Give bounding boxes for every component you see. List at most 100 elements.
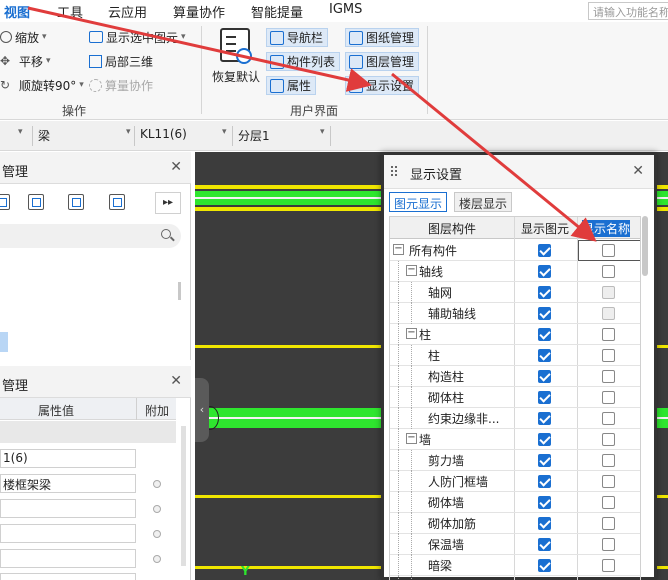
- layer-mgmt-button[interactable]: 图层管理: [345, 52, 419, 71]
- tab-element-display[interactable]: 图元显示: [389, 192, 448, 212]
- copy-icon[interactable]: [28, 194, 44, 210]
- table-row[interactable]: − 所有构件: [390, 240, 640, 261]
- display-settings-button[interactable]: 显示设置: [345, 76, 419, 95]
- show-name-checkbox[interactable]: [602, 475, 615, 488]
- show-element-checkbox[interactable]: [538, 328, 551, 341]
- collab-button[interactable]: 算量协作: [89, 75, 153, 95]
- table-row[interactable]: 砌体柱: [390, 387, 640, 408]
- tab-floor-display[interactable]: 楼层显示: [454, 192, 513, 212]
- show-name-checkbox[interactable]: [602, 496, 615, 509]
- property-value-cell[interactable]: [0, 524, 136, 543]
- function-search-input[interactable]: 请输入功能名称: [588, 2, 668, 20]
- pan-button[interactable]: ✥ 平移 ▾: [0, 51, 51, 71]
- show-name-checkbox[interactable]: [602, 370, 615, 383]
- table-row[interactable]: 构造柱: [390, 366, 640, 387]
- properties-button[interactable]: 属性: [266, 76, 316, 95]
- property-value-cell[interactable]: 1(6): [0, 449, 136, 468]
- table-row[interactable]: 辅助轴线: [390, 303, 640, 324]
- component-list-button[interactable]: 构件列表: [266, 52, 340, 71]
- drawing-mgmt-button[interactable]: 图纸管理: [345, 28, 419, 47]
- table-row[interactable]: 暗梁: [390, 555, 640, 576]
- attach-radio[interactable]: [153, 555, 161, 563]
- show-name-checkbox[interactable]: [602, 265, 615, 278]
- rotate-button[interactable]: ↻ 顺旋转90° ▾: [0, 75, 84, 95]
- table-row[interactable]: 约束边缘非...: [390, 408, 640, 429]
- scrollbar[interactable]: [178, 282, 181, 300]
- show-name-checkbox[interactable]: [602, 391, 615, 404]
- collapse-panel-button[interactable]: ‹: [195, 378, 209, 442]
- show-element-checkbox[interactable]: [538, 265, 551, 278]
- property-value-cell[interactable]: [0, 549, 136, 568]
- more-button[interactable]: ▸▸: [155, 192, 181, 214]
- show-element-checkbox[interactable]: [538, 433, 551, 446]
- menu-quantity-collab[interactable]: 算量协作: [173, 2, 225, 21]
- new-component-icon[interactable]: [0, 194, 10, 210]
- show-name-checkbox[interactable]: [602, 328, 615, 341]
- import-icon[interactable]: [68, 194, 84, 210]
- menu-view[interactable]: 视图: [4, 2, 31, 24]
- dialog-title-bar[interactable]: 显示设置 ✕: [384, 155, 654, 189]
- show-element-checkbox[interactable]: [538, 370, 551, 383]
- table-row[interactable]: 砌体加筋: [390, 513, 640, 534]
- show-name-checkbox[interactable]: [602, 349, 615, 362]
- show-element-checkbox[interactable]: [538, 412, 551, 425]
- layer-dropdown[interactable]: 分层1 ▾: [238, 127, 330, 145]
- menu-cloud-app[interactable]: 云应用: [108, 2, 147, 21]
- show-name-checkbox[interactable]: [602, 433, 615, 446]
- show-element-checkbox[interactable]: [538, 496, 551, 509]
- collapse-icon[interactable]: −: [406, 433, 417, 444]
- table-row[interactable]: − 柱: [390, 324, 640, 345]
- show-element-checkbox[interactable]: [538, 538, 551, 551]
- table-row[interactable]: − 墙: [390, 429, 640, 450]
- close-icon[interactable]: ✕: [170, 373, 182, 389]
- table-row[interactable]: 墙垛: [390, 576, 640, 580]
- table-row[interactable]: 保温墙: [390, 534, 640, 555]
- menu-smart-extract[interactable]: 智能提量: [251, 2, 303, 21]
- property-value-cell[interactable]: 楼框架梁: [0, 474, 136, 493]
- close-icon[interactable]: ✕: [632, 163, 644, 179]
- property-value-cell[interactable]: [0, 499, 136, 518]
- show-element-checkbox[interactable]: [538, 349, 551, 362]
- show-name-checkbox[interactable]: [602, 412, 615, 425]
- table-row[interactable]: 砌体墙: [390, 492, 640, 513]
- attach-radio[interactable]: [153, 480, 161, 488]
- show-element-checkbox[interactable]: [538, 286, 551, 299]
- collapse-icon[interactable]: −: [406, 265, 417, 276]
- table-row[interactable]: 柱: [390, 345, 640, 366]
- component-search-input[interactable]: [0, 224, 181, 248]
- zoom-button[interactable]: 缩放 ▾: [0, 27, 47, 47]
- table-row[interactable]: 人防门框墙: [390, 471, 640, 492]
- close-icon[interactable]: ✕: [170, 159, 182, 175]
- collapse-icon[interactable]: −: [393, 244, 404, 255]
- show-element-checkbox[interactable]: [538, 454, 551, 467]
- restore-default-button[interactable]: 恢复默认: [208, 24, 264, 94]
- local-3d-button[interactable]: 局部三维: [89, 51, 153, 71]
- show-element-checkbox[interactable]: [538, 517, 551, 530]
- show-name-checkbox[interactable]: [602, 517, 615, 530]
- show-name-checkbox[interactable]: [602, 538, 615, 551]
- drag-handle-icon[interactable]: [391, 166, 399, 178]
- export-icon[interactable]: [109, 194, 125, 210]
- table-row[interactable]: − 轴线: [390, 261, 640, 282]
- collapse-icon[interactable]: −: [406, 328, 417, 339]
- nav-bar-button[interactable]: 导航栏: [266, 28, 328, 47]
- show-element-checkbox[interactable]: [538, 559, 551, 572]
- component-name-dropdown[interactable]: KL11(6) ▾: [140, 127, 232, 145]
- menu-tools[interactable]: 工具: [57, 2, 83, 21]
- show-name-checkbox[interactable]: [602, 559, 615, 572]
- attach-radio[interactable]: [153, 530, 161, 538]
- attach-radio[interactable]: [153, 505, 161, 513]
- table-row[interactable]: 剪力墙: [390, 450, 640, 471]
- menu-igms[interactable]: IGMS: [329, 2, 362, 17]
- show-element-checkbox[interactable]: [538, 475, 551, 488]
- show-element-checkbox[interactable]: [538, 307, 551, 320]
- table-row[interactable]: 轴网: [390, 282, 640, 303]
- floor-dropdown[interactable]: ▾: [0, 127, 30, 145]
- show-element-checkbox[interactable]: [538, 391, 551, 404]
- property-value-cell[interactable]: [0, 573, 136, 580]
- show-selected-button[interactable]: 显示选中图元 ▾: [89, 27, 186, 47]
- component-type-dropdown[interactable]: 梁 ▾: [38, 127, 131, 145]
- show-element-checkbox[interactable]: [538, 244, 551, 257]
- show-name-checkbox[interactable]: [602, 454, 615, 467]
- selected-list-item[interactable]: [0, 332, 8, 352]
